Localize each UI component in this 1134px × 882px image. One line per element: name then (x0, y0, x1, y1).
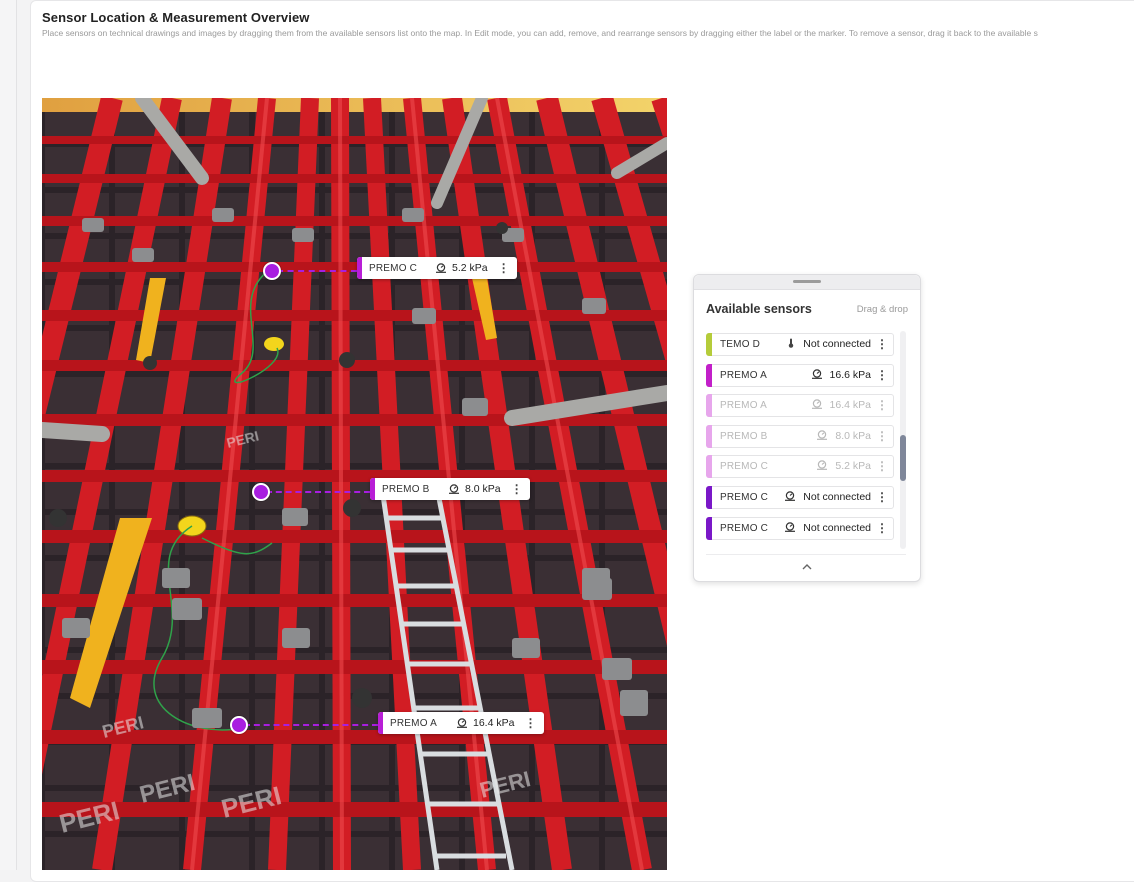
sensor-color-bar (370, 478, 375, 500)
sensor-value: 8.0 kPa (816, 430, 871, 442)
more-options-icon[interactable]: ⋮ (511, 483, 523, 495)
panel-title: Available sensors (706, 302, 812, 316)
sensor-value: 5.2 kPa (816, 460, 871, 472)
pressure-gauge-icon (817, 460, 828, 471)
pressure-gauge-icon (817, 430, 828, 440)
sensor-value: Not connected (784, 522, 871, 534)
sensor-list-item[interactable]: PREMO C Not connected ⋮ (706, 485, 894, 509)
sensor-leader-line (266, 491, 370, 493)
sensor-list-item[interactable]: PREMO C Not connected ⋮ (706, 516, 894, 540)
sensor-name: PREMO A (390, 717, 437, 729)
sensor-name: PREMO B (720, 430, 768, 442)
sensor-value-text: Not connected (803, 338, 871, 350)
pressure-gauge-icon (436, 263, 446, 273)
page-description: Place sensors on technical drawings and … (42, 28, 1038, 38)
sensor-list-item[interactable]: PREMO A 16.4 kPa ⋮ (706, 394, 894, 418)
sensor-value-text: 16.4 kPa (829, 399, 871, 412)
more-options-icon[interactable]: ⋮ (876, 398, 888, 412)
sensor-color-bar (706, 424, 712, 448)
sensor-marker[interactable] (263, 262, 281, 280)
more-options-icon[interactable]: ⋮ (876, 337, 888, 351)
sensor-leader-line (244, 724, 378, 726)
page-title: Sensor Location & Measurement Overview (42, 10, 310, 25)
sensor-value: Not connected (786, 338, 871, 350)
pressure-gauge-icon (811, 399, 822, 410)
more-options-icon[interactable]: ⋮ (876, 368, 888, 382)
more-options-icon[interactable]: ⋮ (524, 717, 536, 729)
sensor-value-text: Not connected (803, 490, 871, 503)
sensor-color-bar (706, 394, 712, 418)
sensor-color-bar (706, 516, 712, 540)
sensor-color-bar (706, 455, 712, 479)
available-sensor-list: TEMO D Not connected ⋮ PREMO A 16.6 kPa … (706, 333, 894, 547)
sensor-value-text: 16.6 kPa (829, 368, 871, 381)
sensor-color-bar (706, 363, 712, 387)
sensor-name: PREMO A (720, 400, 767, 412)
sensor-list-item[interactable]: PREMO A 16.6 kPa ⋮ (706, 363, 894, 387)
pressure-gauge-icon (785, 521, 796, 532)
panel-drag-bar[interactable] (694, 275, 920, 290)
pressure-gauge-icon (457, 718, 467, 728)
sensor-value: Not connected (784, 491, 871, 503)
sensor-name: PREMO C (369, 262, 418, 274)
left-rail (0, 0, 17, 870)
sensor-value: 16.4 kPa (473, 717, 515, 729)
site-photo-map[interactable]: PERI PERI PERI PERI PERI PERI (42, 98, 667, 870)
sensor-name: TEMO D (720, 339, 761, 350)
sensor-value: 5.2 kPa (452, 262, 488, 274)
drag-handle-icon[interactable] (793, 280, 821, 283)
pressure-gauge-icon (785, 491, 796, 501)
sensor-color-bar (706, 333, 712, 356)
sensor-label[interactable]: PREMO C 5.2 kPa ⋮ (357, 257, 517, 279)
sensor-leader-line (277, 270, 357, 272)
sensor-name: PREMO C (720, 522, 769, 534)
list-scrollbar-thumb[interactable] (900, 435, 906, 481)
pressure-gauge-icon (811, 368, 822, 379)
more-options-icon[interactable]: ⋮ (876, 521, 888, 535)
available-sensors-panel: Available sensors Drag & drop TEMO D Not… (693, 274, 921, 582)
sensor-value-text: Not connected (803, 521, 871, 534)
sensor-value: 8.0 kPa (465, 483, 501, 495)
sensor-color-bar (378, 712, 383, 734)
more-options-icon[interactable]: ⋮ (498, 262, 510, 274)
thermometer-icon (789, 338, 794, 348)
sensor-color-bar (706, 485, 712, 509)
sensor-list-item[interactable]: TEMO D Not connected ⋮ (706, 333, 894, 356)
panel-hint: Drag & drop (856, 304, 908, 315)
chevron-up-icon[interactable] (801, 563, 813, 571)
sensor-value-text: 5.2 kPa (835, 460, 871, 473)
sensor-color-bar (357, 257, 362, 279)
sensor-label[interactable]: PREMO B 8.0 kPa ⋮ (370, 478, 530, 500)
sensor-name: PREMO B (382, 483, 430, 495)
sensor-list-item[interactable]: PREMO B 8.0 kPa ⋮ (706, 424, 894, 448)
more-options-icon[interactable]: ⋮ (876, 490, 888, 504)
sensor-value: 16.6 kPa (811, 369, 871, 381)
pressure-gauge-icon (449, 484, 459, 494)
sensor-name: PREMO A (720, 369, 767, 381)
more-options-icon[interactable]: ⋮ (876, 429, 888, 443)
sensor-marker[interactable] (252, 483, 270, 501)
sensor-name: PREMO C (720, 491, 769, 503)
sensor-value: 16.4 kPa (811, 399, 871, 411)
sensor-marker[interactable] (230, 716, 248, 734)
more-options-icon[interactable]: ⋮ (876, 459, 888, 473)
formwork-photo-illustration: PERI PERI PERI PERI PERI PERI (42, 98, 667, 870)
sensor-label[interactable]: PREMO A 16.4 kPa ⋮ (378, 712, 544, 734)
panel-divider (706, 554, 906, 555)
sensor-value-text: 8.0 kPa (835, 429, 871, 442)
sensor-name: PREMO C (720, 461, 769, 473)
sensor-list-item[interactable]: PREMO C 5.2 kPa ⋮ (706, 455, 894, 479)
